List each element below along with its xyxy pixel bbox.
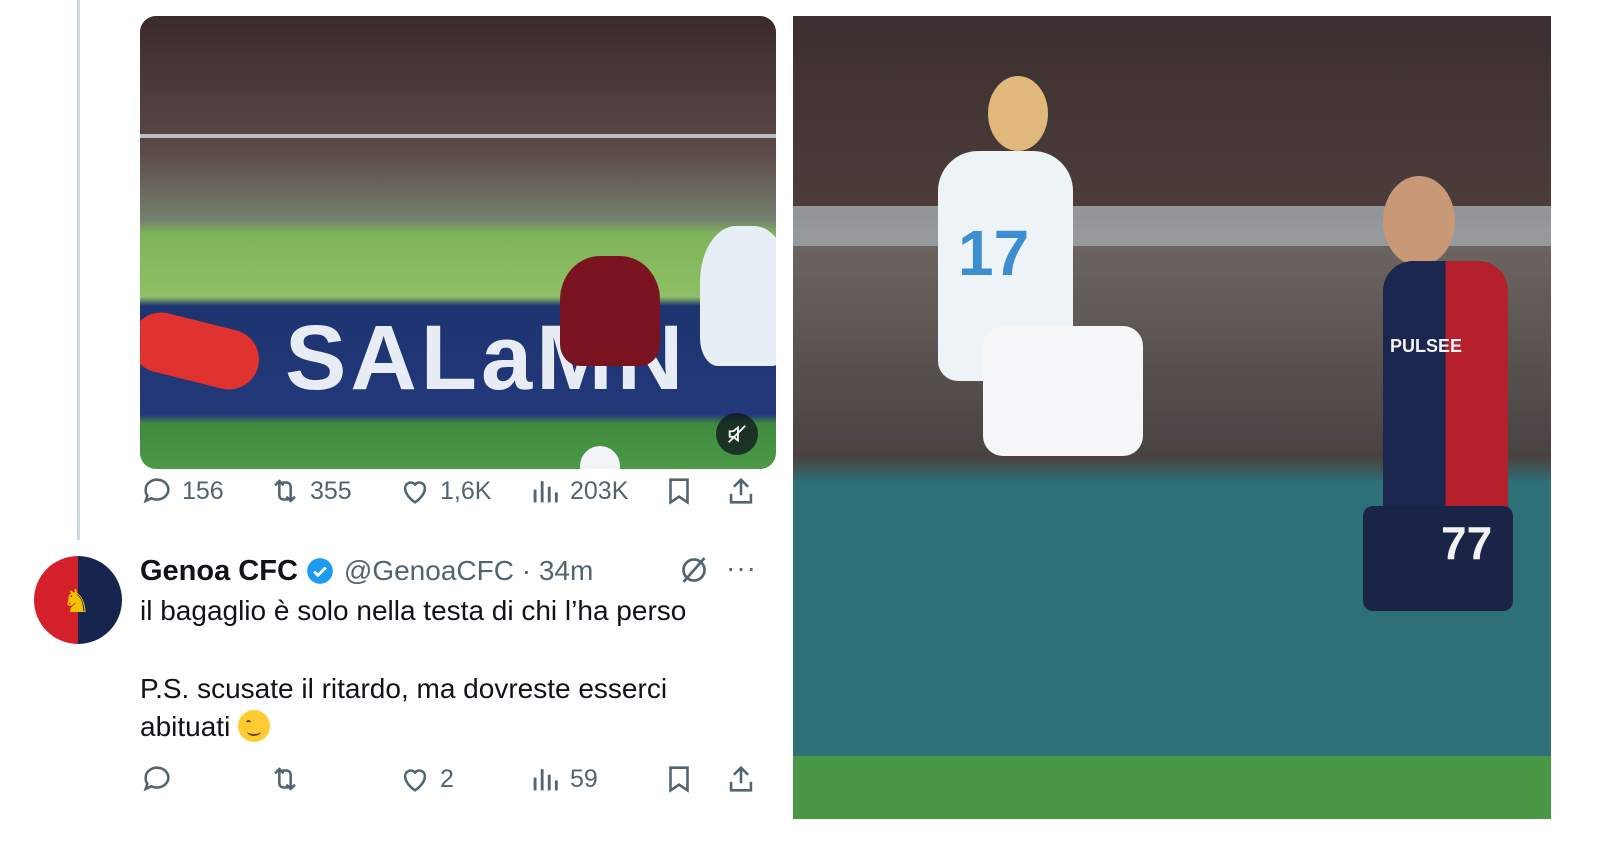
views-icon [533,481,558,503]
football [580,446,620,469]
bookmark-button[interactable] [662,474,696,508]
celebrating-player-head [988,76,1048,151]
author-handle-time[interactable]: @GenoaCFC · 34m [344,555,593,587]
more-icon[interactable]: ··· [726,552,757,584]
match-photo: 17 PULSEE 77 [793,16,1551,819]
bookmark-button[interactable] [662,762,696,796]
advertising-bottle [140,306,266,396]
views-button[interactable]: 203K [528,474,628,508]
tweet-text: il bagaglio è solo nella testa di chi l’… [140,592,760,746]
verified-icon [307,558,333,584]
views-button[interactable]: 59 [528,762,598,796]
tweet-text-line-2: P.S. scusate il ritardo, ma dovreste ess… [140,670,760,746]
mute-button[interactable] [716,413,758,455]
player-empoli [700,226,776,366]
thread-connector-line [77,0,80,540]
like-count: 2 [440,764,454,793]
celebrating-player-shorts [983,326,1143,456]
share-button[interactable] [724,474,758,508]
tweet-text-line-1: il bagaglio è solo nella testa di chi l’… [140,595,687,626]
like-button[interactable]: 1,6K [398,474,491,508]
reply-button[interactable]: 156 [140,474,224,508]
smiling-face-emoji-icon [238,710,271,742]
tweet-text-line-2-content: P.S. scusate il ritardo, ma dovreste ess… [140,673,668,742]
avatar[interactable]: ♞ [34,556,122,644]
repost-count: 355 [310,476,352,505]
like-count: 1,6K [440,476,492,505]
tweet-video[interactable]: SALaMN [140,16,776,469]
like-icon [403,481,427,504]
genoa-player-head [1383,176,1455,266]
tweet-header: Genoa CFC @GenoaCFC · 34m [140,551,593,591]
repost-icon [274,767,296,791]
griffin-logo-icon: ♞ [62,583,91,619]
mute-icon [728,425,746,443]
share-icon [729,765,753,792]
repost-icon [274,479,296,503]
genoa-shirt-sponsor: PULSEE [1390,336,1463,356]
views-count: 59 [570,764,598,793]
celebrating-player-number: 17 [958,217,1030,289]
player-genoa [560,256,660,366]
share-button[interactable] [724,762,758,796]
author-name[interactable]: Genoa CFC [140,555,298,588]
bookmark-icon [669,478,689,505]
grok-icon[interactable] [676,552,712,588]
like-icon [403,769,427,792]
stadium-rail [140,134,776,138]
pitch [793,756,1551,819]
reply-icon [143,766,170,792]
reply-icon [143,478,170,504]
views-icon [533,769,558,791]
views-count: 203K [570,476,629,505]
like-button[interactable]: 2 [398,762,454,796]
genoa-player-shirt [1383,261,1508,531]
repost-button[interactable] [268,762,310,796]
reply-count: 156 [182,476,224,505]
repost-button[interactable]: 355 [268,474,352,508]
genoa-player-number: 77 [1441,517,1493,569]
bookmark-icon [669,766,689,793]
reply-button[interactable] [140,762,182,796]
share-icon [729,477,753,504]
